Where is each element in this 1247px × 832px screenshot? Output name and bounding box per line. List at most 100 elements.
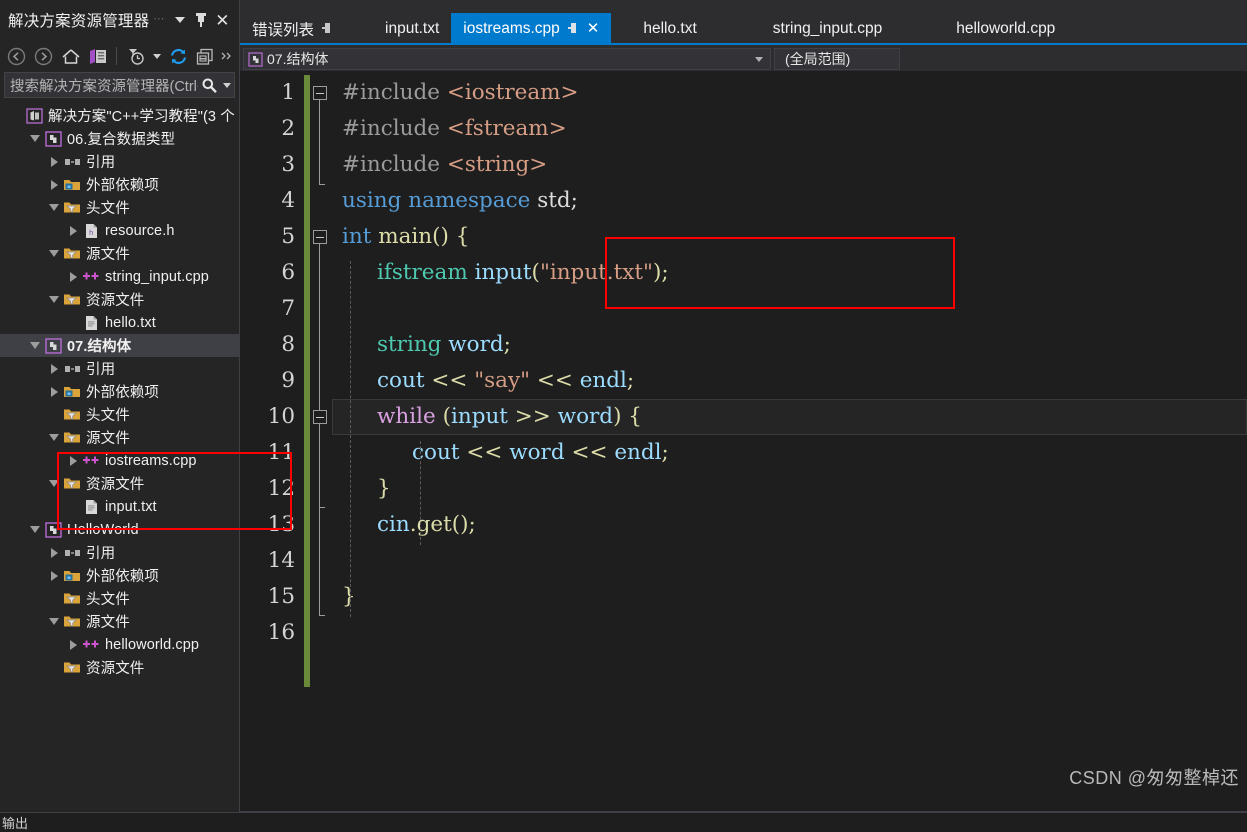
code-line[interactable]: cout << word << endl; xyxy=(332,435,1247,471)
expander-collapsed-icon[interactable] xyxy=(46,386,62,397)
chevron-down-icon[interactable] xyxy=(755,56,763,62)
tab-input.txt[interactable]: input.txt xyxy=(373,14,451,44)
member-selector-dropdown[interactable]: (全局范围) xyxy=(774,48,900,70)
code-line[interactable]: string word; xyxy=(332,327,1247,363)
code-line[interactable]: #include <fstream> xyxy=(332,111,1247,147)
tree-item[interactable]: 资源文件 xyxy=(0,472,239,495)
expander-expanded-icon[interactable] xyxy=(27,342,43,349)
expander-collapsed-icon[interactable] xyxy=(46,179,62,190)
tree-item[interactable]: 源文件 xyxy=(0,426,239,449)
solution-tree[interactable]: 解决方案"C++学习教程"(3 个 06.复合数据类型 引用 外部依赖项 头文件 h res… xyxy=(0,102,239,812)
expander-collapsed-icon[interactable] xyxy=(65,639,81,650)
forward-icon[interactable] xyxy=(31,43,56,69)
expander-expanded-icon[interactable] xyxy=(46,250,62,257)
search-icon[interactable] xyxy=(198,77,220,94)
tree-item[interactable]: hello.txt xyxy=(0,311,239,334)
code-line[interactable]: cout << "say" << endl; xyxy=(332,363,1247,399)
tree-item[interactable]: 引用 xyxy=(0,541,239,564)
code-text-area[interactable]: #include <iostream> #include <fstream> #in… xyxy=(332,71,1247,793)
close-icon[interactable]: ✕ xyxy=(587,21,600,36)
tree-item-label: iostreams.cpp xyxy=(105,452,197,469)
code-line[interactable]: cin.get(); xyxy=(332,507,1247,543)
expander-expanded-icon[interactable] xyxy=(46,434,62,441)
tree-item[interactable]: h resource.h xyxy=(0,219,239,242)
code-line[interactable] xyxy=(332,291,1247,327)
expander-collapsed-icon[interactable] xyxy=(46,156,62,167)
expander-collapsed-icon[interactable] xyxy=(46,363,62,374)
pin-icon[interactable] xyxy=(191,8,212,32)
project-icon xyxy=(248,51,263,67)
tree-item[interactable]: 头文件 xyxy=(0,403,239,426)
tab-stringinput.cpp[interactable]: string_input.cpp xyxy=(761,14,894,44)
tree-item[interactable]: 外部依赖项 xyxy=(0,564,239,587)
code-line[interactable]: #include <iostream> xyxy=(332,75,1247,111)
tab-iostreams.cpp[interactable]: iostreams.cpp ✕ xyxy=(451,13,612,44)
search-input[interactable]: 搜索解决方案资源管理器(Ctrl+;) xyxy=(5,75,198,96)
code-line[interactable]: int main() { xyxy=(332,219,1247,255)
expander-collapsed-icon[interactable] xyxy=(46,547,62,558)
tree-item[interactable]: string_input.cpp xyxy=(0,265,239,288)
tree-item[interactable]: iostreams.cpp xyxy=(0,449,239,472)
search-box[interactable]: 搜索解决方案资源管理器(Ctrl+;) xyxy=(4,72,235,98)
tree-item[interactable]: 外部依赖项 xyxy=(0,173,239,196)
code-line[interactable]: using namespace std; xyxy=(332,183,1247,219)
expander-expanded-icon[interactable] xyxy=(27,526,43,533)
expander-expanded-icon[interactable] xyxy=(46,480,62,487)
fold-margin[interactable] xyxy=(310,71,332,793)
code-line[interactable]: ifstream input("input.txt"); xyxy=(332,255,1247,291)
tree-item[interactable]: 头文件 xyxy=(0,587,239,610)
tree-item[interactable]: input.txt xyxy=(0,495,239,518)
fold-toggle-line-10[interactable] xyxy=(313,410,327,424)
back-icon[interactable] xyxy=(4,43,29,69)
collapse-all-icon[interactable] xyxy=(193,43,218,69)
output-panel-header[interactable]: 输出 xyxy=(0,812,1247,831)
search-dropdown-icon[interactable] xyxy=(220,82,234,88)
expander-expanded-icon[interactable] xyxy=(46,204,62,211)
pending-changes-filter-icon[interactable] xyxy=(123,43,148,69)
tree-item[interactable]: 解决方案"C++学习教程"(3 个 xyxy=(0,104,239,127)
code-line[interactable]: } xyxy=(332,579,1247,615)
tree-item[interactable]: 资源文件 xyxy=(0,288,239,311)
filter-dropdown-icon[interactable] xyxy=(150,43,163,69)
project-selector-dropdown[interactable]: 07.结构体 xyxy=(243,48,771,70)
tree-item[interactable]: helloworld.cpp xyxy=(0,633,239,656)
tree-item[interactable]: 资源文件 xyxy=(0,656,239,679)
tab-helloworld.cpp[interactable]: helloworld.cpp xyxy=(944,14,1067,44)
document-tabstrip[interactable]: 错误列表 input.txt iostreams.cpp ✕ hello.txt stri… xyxy=(240,0,1247,45)
code-line[interactable]: #include <string> xyxy=(332,147,1247,183)
pin-icon[interactable] xyxy=(567,22,579,35)
tree-item[interactable]: 源文件 xyxy=(0,610,239,633)
expander-collapsed-icon[interactable] xyxy=(65,455,81,466)
tab-hello.txt[interactable]: hello.txt xyxy=(631,14,708,44)
refresh-icon[interactable] xyxy=(166,43,191,69)
tree-item[interactable]: 引用 xyxy=(0,150,239,173)
code-line[interactable] xyxy=(332,543,1247,579)
tree-item[interactable]: 07.结构体 xyxy=(0,334,239,357)
expander-collapsed-icon[interactable] xyxy=(65,271,81,282)
code-token: endl xyxy=(614,440,662,465)
properties-icon[interactable] xyxy=(85,43,110,69)
code-line[interactable]: } xyxy=(332,471,1247,507)
expander-expanded-icon[interactable] xyxy=(27,135,43,142)
fold-toggle-line-5[interactable] xyxy=(313,230,327,244)
close-icon[interactable]: ✕ xyxy=(212,8,233,32)
pin-icon[interactable] xyxy=(322,23,333,35)
tree-item[interactable]: HelloWorld xyxy=(0,518,239,541)
code-editor[interactable]: 1 2 3 4 5 6 7 8 9 10 11 12 13 14 15 16 #include <iostre… xyxy=(240,71,1247,793)
fold-toggle-line-1[interactable] xyxy=(313,86,327,100)
tree-item[interactable]: 外部依赖项 xyxy=(0,380,239,403)
home-icon[interactable] xyxy=(58,43,83,69)
chevron-down-icon[interactable] xyxy=(169,8,190,32)
expander-collapsed-icon[interactable] xyxy=(46,570,62,581)
expander-collapsed-icon[interactable] xyxy=(65,225,81,236)
tree-item[interactable]: 06.复合数据类型 xyxy=(0,127,239,150)
expander-expanded-icon[interactable] xyxy=(46,296,62,303)
tree-item[interactable]: 头文件 xyxy=(0,196,239,219)
tab-[interactable]: 错误列表 xyxy=(240,14,339,44)
code-line[interactable]: while (input >> word) { xyxy=(332,399,1247,435)
toolbar-overflow-icon[interactable] xyxy=(220,43,235,69)
tree-item[interactable]: 引用 xyxy=(0,357,239,380)
tree-item[interactable]: 源文件 xyxy=(0,242,239,265)
code-line[interactable] xyxy=(332,615,1247,651)
expander-expanded-icon[interactable] xyxy=(46,618,62,625)
